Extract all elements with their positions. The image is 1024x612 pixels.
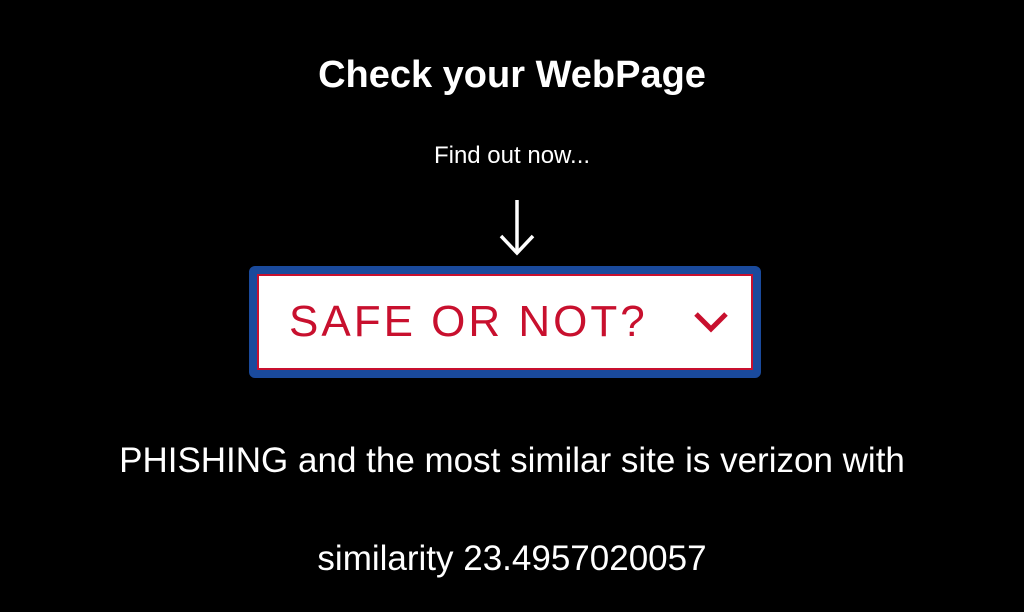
arrow-down-icon — [499, 200, 535, 256]
chevron-down-icon[interactable] — [693, 310, 729, 334]
page-subtitle: Find out now... — [433, 142, 591, 169]
safety-select[interactable]: SAFE OR NOT? — [257, 274, 753, 370]
safety-select-focus-ring: SAFE OR NOT? — [249, 266, 761, 378]
result-text-line-2: similarity 23.4957020057 — [317, 539, 707, 578]
result-text-line-1: PHISHING and the most similar site is ve… — [119, 441, 905, 480]
page-title: Check your WebPage — [318, 54, 706, 96]
page: Check your WebPage Find out now... SAFE … — [0, 0, 1024, 612]
safety-select-value: SAFE OR NOT? — [289, 297, 648, 346]
